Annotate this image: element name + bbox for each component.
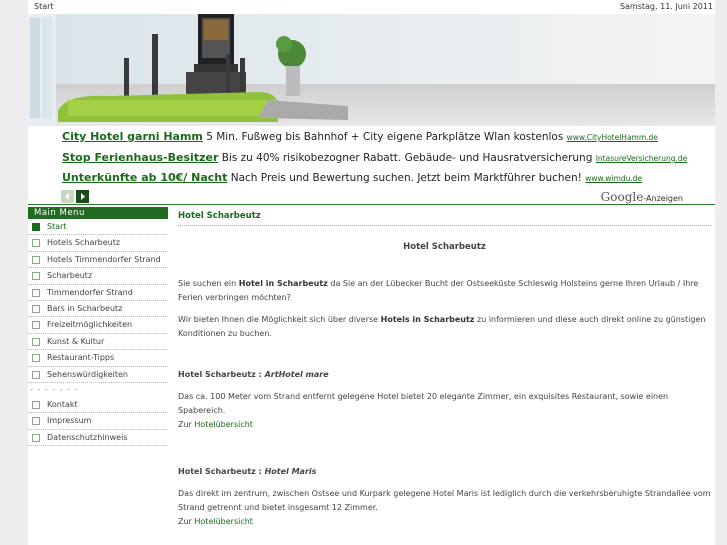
menu-item-kontakt[interactable]: Kontakt	[28, 397, 168, 414]
bullet-icon	[32, 370, 40, 379]
google-ads-label[interactable]: Google-Anzeigen	[601, 190, 683, 204]
start-link[interactable]: Start	[34, 2, 54, 11]
ad-text: Bis zu 40% risikobezogner Rabatt. Gebäud…	[218, 152, 596, 164]
divider	[28, 204, 715, 205]
hotel-description: Das direkt im zentrum, zwischen Ostsee u…	[178, 489, 711, 512]
ad-url-link[interactable]: www.wimdu.de	[585, 174, 642, 183]
menu-item-datenschutz[interactable]: Datenschutzhinweis	[28, 430, 168, 447]
sidebar: Main Menu Start Hotels Scharbeutz Hotels…	[28, 207, 168, 447]
hotel-description: Das ca. 100 Meter vom Strand entfernt ge…	[178, 392, 669, 415]
header-banner-image	[28, 14, 715, 126]
bullet-icon	[32, 304, 40, 313]
menu-item-start[interactable]: Start	[28, 219, 168, 236]
menu-item-freizeit[interactable]: Freizeitmöglichkeiten	[28, 317, 168, 334]
bullet-icon	[32, 255, 40, 264]
bullet-icon	[32, 337, 40, 346]
menu-separator: - - - - - - -	[30, 384, 79, 394]
main-content: Hotel Scharbeutz Hotel Scharbeutz Sie su…	[178, 209, 711, 529]
menu-item-impressum[interactable]: Impressum	[28, 413, 168, 430]
menu-item-restaurant-tipps[interactable]: Restaurant-Tipps	[28, 350, 168, 367]
menu-item-scharbeutz[interactable]: Scharbeutz	[28, 268, 168, 285]
current-date: Samstag, 11. Juni 2011	[619, 2, 713, 11]
intro-paragraph: Sie suchen ein Hotel in Scharbeutz da Si…	[178, 279, 699, 302]
menu-header: Main Menu	[28, 207, 168, 219]
bullet-icon	[32, 433, 40, 442]
ad-title-link[interactable]: Unterkünfte ab 10€/ Nacht	[62, 171, 227, 184]
ad-text: 5 Min. Fußweg bis Bahnhof + City eigene …	[202, 131, 567, 143]
bullet-icon	[32, 354, 40, 363]
page: Start Samstag, 11. Juni 2011 City Hotel …	[28, 0, 715, 545]
page-title: Hotel Scharbeutz	[178, 209, 711, 226]
ad-url-link[interactable]: www.CityHotelHamm.de	[567, 133, 658, 142]
hotel-heading: Hotel Scharbeutz : Hotel Maris	[178, 467, 317, 476]
ad-title-link[interactable]: Stop Ferienhaus-Besitzer	[62, 151, 218, 164]
living-room-illustration	[28, 14, 715, 126]
menu-item-sehenswuerdigkeiten[interactable]: Sehenswürdigkeiten	[28, 367, 168, 383]
ads-prev-arrow-icon[interactable]	[61, 190, 74, 203]
bullet-icon	[32, 288, 40, 297]
content-title: Hotel Scharbeutz	[403, 242, 486, 252]
bullet-icon	[32, 400, 40, 409]
ad-title-link[interactable]: City Hotel garni Hamm	[62, 130, 203, 143]
ad-item: Unterkünfte ab 10€/ Nacht Nach Preis und…	[62, 171, 642, 184]
menu-item-bars[interactable]: Bars in Scharbeutz	[28, 301, 168, 318]
menu-item-hotels-timmendorfer-strand[interactable]: Hotels Timmendorfer Strand	[28, 252, 168, 269]
google-logo: Google	[600, 190, 644, 204]
bullet-icon	[32, 321, 40, 330]
bullet-icon	[32, 417, 40, 426]
menu-item-hotels-scharbeutz[interactable]: Hotels Scharbeutz	[28, 235, 168, 252]
ad-url-link[interactable]: IntasureVersicherung.de	[596, 154, 688, 163]
top-bar: Start Samstag, 11. Juni 2011	[28, 0, 715, 14]
ad-item: Stop Ferienhaus-Besitzer Bis zu 40% risi…	[62, 151, 687, 164]
bullet-icon	[32, 223, 40, 231]
hotel-heading: Hotel Scharbeutz : ArtHotel mare	[178, 370, 329, 379]
ads-next-arrow-icon[interactable]	[76, 190, 89, 203]
menu-item-kunst-kultur[interactable]: Kunst & Kultur	[28, 334, 168, 351]
hotel-overview-line: Zur Hotelübersicht	[178, 517, 253, 526]
bullet-icon	[32, 272, 40, 281]
menu-item-timmendorfer-strand[interactable]: Timmendorfer Strand	[28, 285, 168, 301]
hotel-overview-link[interactable]: Hotelübersicht	[194, 517, 253, 526]
offer-paragraph: Wir bieten Ihnen die Möglichkeit sich üb…	[178, 315, 706, 338]
ad-text: Nach Preis und Bewertung suchen. Jetzt b…	[227, 172, 586, 184]
ad-item: City Hotel garni Hamm 5 Min. Fußweg bis …	[62, 130, 658, 143]
hotel-overview-line: Zur Hotelübersicht	[178, 420, 253, 429]
bullet-icon	[32, 239, 40, 248]
hotel-overview-link[interactable]: Hotelübersicht	[194, 420, 253, 429]
